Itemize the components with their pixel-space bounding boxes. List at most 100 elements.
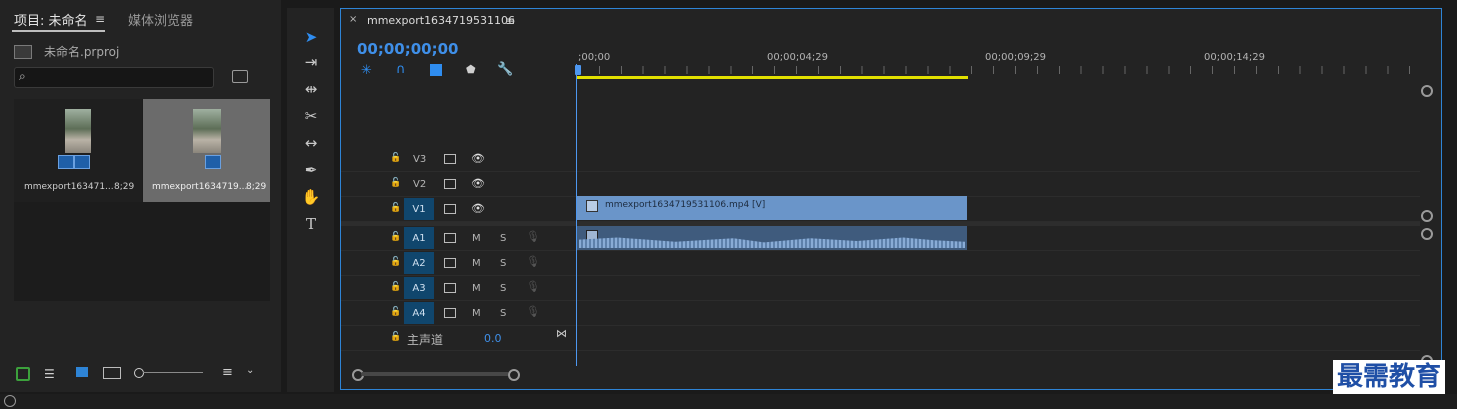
track-label: V3	[413, 154, 427, 165]
track-target-v1[interactable]: V1	[404, 198, 434, 220]
horizontal-scrollbar[interactable]	[361, 372, 509, 376]
sync-lock-icon[interactable]	[444, 179, 456, 189]
search-input[interactable]	[14, 67, 214, 88]
panel-menu-icon[interactable]: ≡	[505, 14, 515, 28]
track-row-v3	[341, 147, 1420, 172]
clip-duration: 8;29	[114, 182, 135, 192]
mute-button[interactable]: M	[472, 283, 481, 294]
snap-icon[interactable]: ∩	[396, 62, 406, 77]
linked-selection-icon[interactable]	[430, 64, 442, 76]
chevron-down-icon[interactable]: ⌄	[246, 365, 254, 376]
lock-icon[interactable]: 🔓	[390, 257, 401, 267]
lock-icon[interactable]: 🔓	[390, 153, 401, 163]
lock-icon[interactable]	[16, 367, 30, 381]
search-icon: ⌕	[19, 69, 26, 83]
wrench-icon[interactable]: 🔧	[497, 62, 513, 77]
track-label: V2	[413, 179, 427, 190]
watermark: 最需教育	[1333, 360, 1446, 394]
project-item-2[interactable]: mmexport1634719... 8;29	[143, 99, 270, 202]
microphone-icon[interactable]: 🎙	[526, 280, 540, 293]
solo-button[interactable]: S	[500, 233, 506, 244]
go-to-in-out-icon[interactable]: ⋈	[556, 327, 567, 340]
vertical-zoom-handle[interactable]	[1421, 85, 1433, 97]
sync-lock-icon[interactable]	[444, 154, 456, 164]
horizontal-zoom-handle-right[interactable]	[508, 369, 520, 381]
video-clip[interactable]: mmexport1634719531106.mp4 [V]	[577, 196, 967, 220]
sync-lock-icon[interactable]	[444, 308, 456, 318]
lock-icon[interactable]: 🔓	[390, 282, 401, 292]
razor-tool-icon[interactable]: ✂	[297, 104, 325, 128]
audio-waveform	[579, 237, 965, 248]
lock-icon[interactable]: 🔓	[390, 307, 401, 317]
add-marker-icon[interactable]: ⬟	[466, 63, 476, 76]
mute-button[interactable]: M	[472, 258, 481, 269]
playhead-line[interactable]	[576, 64, 577, 366]
new-bin-icon[interactable]	[232, 70, 248, 83]
mute-button[interactable]: M	[472, 308, 481, 319]
video-clip-label: mmexport1634719531106.mp4 [V]	[605, 200, 766, 210]
freeform-view-icon[interactable]	[103, 367, 121, 379]
empty-track-area	[341, 80, 1420, 146]
sync-lock-icon[interactable]	[444, 283, 456, 293]
ripple-edit-tool-icon[interactable]: ⇹	[297, 77, 325, 101]
clip-thumbnail	[193, 109, 221, 153]
project-file-name: 未命名.prproj	[44, 45, 120, 59]
creative-cloud-icon[interactable]	[4, 395, 16, 407]
master-volume-value[interactable]: 0.0	[484, 332, 502, 345]
hand-tool-icon[interactable]: ✋	[297, 185, 325, 209]
panel-menu-icon[interactable]: ≡	[95, 12, 105, 26]
sequence-tab[interactable]: mmexport1634719531106	[367, 14, 515, 27]
sort-icon[interactable]: ≡	[222, 365, 233, 380]
eye-icon[interactable]: 👁	[471, 202, 485, 215]
ruler-label: ;00;00	[578, 52, 611, 63]
pen-tool-icon[interactable]: ✒	[297, 158, 325, 182]
icon-view-icon[interactable]	[76, 367, 88, 377]
solo-button[interactable]: S	[500, 283, 506, 294]
ruler-label: 00;00;09;29	[985, 52, 1047, 63]
close-icon[interactable]: ×	[349, 14, 357, 25]
track-target-a3[interactable]: A3	[404, 277, 434, 299]
ruler-label: 00;00;14;29	[1204, 52, 1266, 63]
project-item-1[interactable]: mmexport163471... 8;29	[14, 99, 142, 202]
audio-clip[interactable]	[577, 226, 967, 250]
status-bar	[0, 394, 1457, 409]
track-target-a2[interactable]: A2	[404, 252, 434, 274]
microphone-icon[interactable]: 🎙	[526, 255, 540, 268]
microphone-icon[interactable]: 🎙	[526, 230, 540, 243]
lock-icon[interactable]: 🔓	[390, 178, 401, 188]
selection-tool-icon[interactable]: ➤	[297, 25, 325, 49]
eye-icon[interactable]: 👁	[471, 177, 485, 190]
work-area-bar[interactable]	[577, 76, 968, 79]
nest-icon[interactable]: ✳	[361, 63, 372, 78]
clip-duration: 8;29	[246, 182, 267, 192]
list-view-icon[interactable]: ☰	[44, 367, 55, 381]
eye-icon[interactable]: 👁	[471, 152, 485, 165]
sync-lock-icon[interactable]	[444, 204, 456, 214]
audio-badge-icon	[74, 155, 90, 169]
solo-button[interactable]: S	[500, 308, 506, 319]
tab-media-browser[interactable]: 媒体浏览器	[128, 10, 193, 29]
vertical-zoom-handle[interactable]	[1421, 210, 1433, 222]
lock-icon[interactable]: 🔓	[390, 332, 401, 342]
zoom-slider-handle[interactable]	[134, 368, 144, 378]
slip-tool-icon[interactable]: ↔	[297, 131, 325, 155]
track-target-a1[interactable]: A1	[404, 227, 434, 249]
mute-button[interactable]: M	[472, 233, 481, 244]
zoom-slider-track[interactable]	[143, 372, 203, 373]
track-row-master	[341, 326, 1420, 351]
sync-lock-icon[interactable]	[444, 258, 456, 268]
folder-icon	[14, 45, 32, 59]
type-tool-icon[interactable]: T	[297, 212, 325, 236]
track-select-tool-icon[interactable]: ⇥	[297, 50, 325, 74]
track-row-v2	[341, 172, 1420, 197]
lock-icon[interactable]: 🔓	[390, 203, 401, 213]
microphone-icon[interactable]: 🎙	[526, 305, 540, 318]
tab-project[interactable]: 项目: 未命名	[14, 10, 88, 29]
solo-button[interactable]: S	[500, 258, 506, 269]
lock-icon[interactable]: 🔓	[390, 232, 401, 242]
playhead-timecode[interactable]: 00;00;00;00	[357, 40, 459, 58]
vertical-zoom-handle[interactable]	[1421, 228, 1433, 240]
sync-lock-icon[interactable]	[444, 233, 456, 243]
time-ruler-ticks[interactable]	[577, 66, 1415, 74]
track-target-a4[interactable]: A4	[404, 302, 434, 324]
